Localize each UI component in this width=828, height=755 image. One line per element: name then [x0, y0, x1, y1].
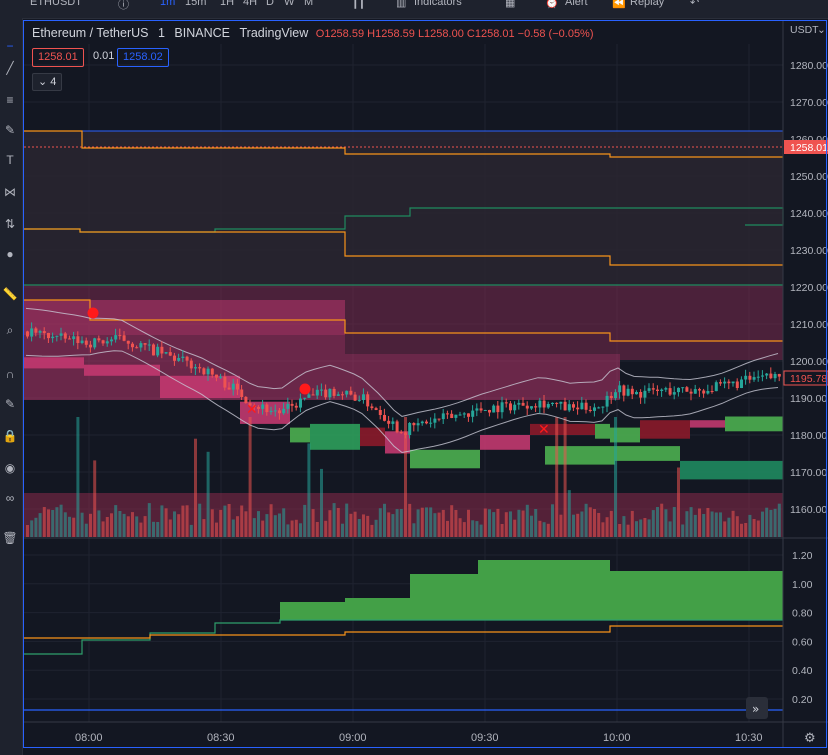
symbol-legend: Ethereum / TetherUS 1 BINANCE TradingVie…: [32, 26, 594, 40]
source-label: TradingView: [239, 26, 309, 40]
close-value: C1258.01: [466, 28, 515, 40]
low-value: L1258.00: [417, 28, 464, 40]
indicators-count: 4: [50, 76, 57, 88]
pair-name[interactable]: Ethereum / TetherUS: [32, 26, 149, 40]
indicators-collapse-button[interactable]: ⌄ 4: [32, 73, 63, 91]
buy-price-box[interactable]: 1258.02: [117, 48, 169, 67]
interval-label: 1: [157, 26, 165, 40]
chart-frame: [23, 20, 827, 748]
sell-price-box[interactable]: 1258.01: [32, 48, 84, 67]
high-value: H1258.59: [367, 28, 415, 40]
spread-value: 0.01: [93, 50, 115, 62]
exchange-label: BINANCE: [174, 26, 230, 40]
open-value: O1258.59: [315, 28, 365, 40]
change-value: −0.58 (−0.05%): [517, 28, 594, 40]
chevron-down-icon: ⌄: [38, 76, 48, 88]
